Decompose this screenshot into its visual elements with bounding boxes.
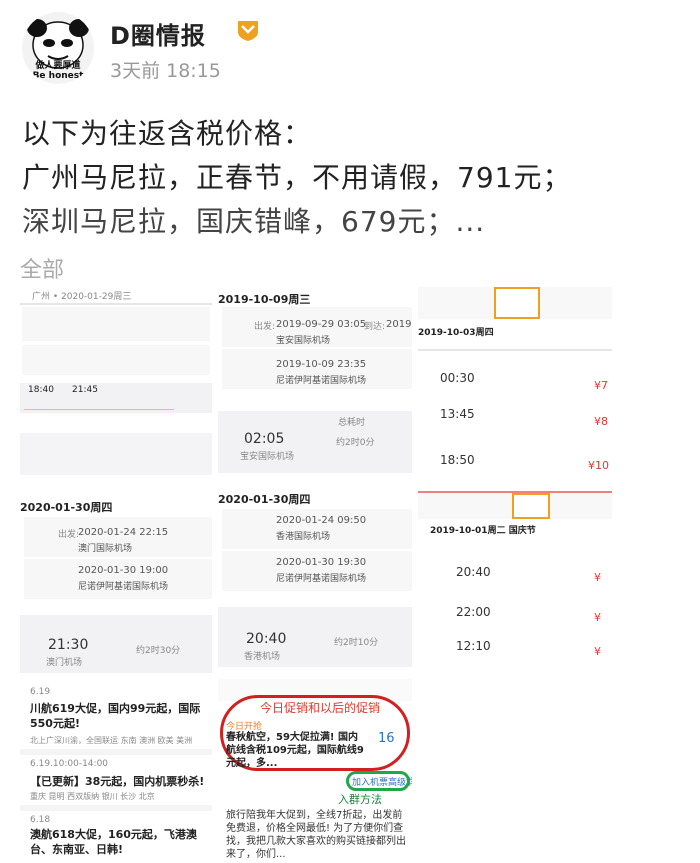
promo-date: 6.19 [30, 687, 51, 697]
label-out: 出发: [58, 530, 80, 540]
divider [20, 805, 212, 811]
return-airport: 尼诺伊阿基诺国际机场 [276, 376, 367, 386]
flight-airport: 香港机场 [244, 652, 281, 662]
images-all-label[interactable]: 全部 [20, 252, 64, 284]
label-arrive: 到达: [364, 322, 386, 332]
promo-headline: 春秋航空，59大促拉满! 国内航线含税109元起，国际航线9元起，多... [226, 732, 364, 769]
return-airport: 尼诺伊阿基诺国际机场 [276, 574, 367, 584]
verified-badge-icon [236, 18, 260, 46]
divider [20, 303, 212, 305]
depart-airport: 香港国际机场 [276, 532, 331, 542]
handwritten-note: 入群方法 [338, 793, 382, 806]
image-thumbnail[interactable]: 2019-10-03周四 00:30 ¥7 13:45 ¥8 18:50 ¥10 [418, 283, 612, 475]
duration: 约2时10分 [334, 638, 379, 648]
image-thumbnail[interactable]: 2020-01-30周四 2020-01-24 09:50 香港国际机场 202… [218, 481, 412, 673]
price: ¥ [594, 571, 601, 584]
promo-headline: 【已更新】38元起，国内机票秒杀! [30, 775, 205, 788]
promo-headline: 川航619大促，国内99元起，国际550元起! [30, 702, 201, 730]
depart-datetime: 2020-01-24 09:50 [276, 515, 367, 526]
post-content[interactable]: 以下为往返含税价格： 广州马尼拉，正春节，不用请假，791元； 深圳马尼拉，国庆… [22, 112, 682, 244]
depart-time: 18:40 [28, 385, 54, 395]
post-timestamp: 3天前 18:15 [110, 60, 221, 82]
flight-airport: 宝安国际机场 [240, 452, 295, 462]
image-thumbnail[interactable]: 广州 • 2020-01-29周三 18:40 21:45 [20, 283, 212, 475]
price: ¥ [594, 645, 601, 658]
return-datetime: 2020-01-30 19:30 [276, 557, 367, 568]
flight-segment [22, 345, 210, 375]
flight-segment [22, 307, 210, 341]
promo-subtitle: 重庆 昆明 西双版纳 银川 长沙 北京 [30, 792, 155, 801]
post-header: 做人要厚道 Be honest D圈情报 3天前 18:15 [22, 12, 682, 84]
avatar-caption: 做人要厚道 Be honest [32, 61, 84, 81]
selected-date [512, 493, 550, 519]
flight-airport: 澳门机场 [46, 658, 83, 668]
flight-time: 00:30 [440, 371, 475, 385]
author-name[interactable]: D圈情报 [110, 16, 206, 51]
post-text: 旅行陪我年大促到，全线7折起，出发前免费退，价格全网最低! 为了方便你们查找，我… [226, 810, 406, 860]
tile-date: 2019-10-01周二 国庆节 [430, 526, 536, 536]
promo-date: 6.19.10:00-14:00 [30, 759, 109, 769]
price: ¥8 [594, 415, 608, 428]
selected-date [494, 287, 540, 319]
avatar[interactable]: 做人要厚道 Be honest [22, 12, 94, 84]
price: ¥10 [588, 459, 609, 472]
promo-date: 6.18 [30, 815, 51, 825]
promo-headline: 澳航618大促，160元起，飞港澳台、东南亚、日韩! [30, 828, 197, 856]
duration: 约2时0分 [336, 438, 375, 448]
price: ¥7 [594, 379, 608, 392]
return-datetime: 2020-01-30 19:00 [78, 565, 169, 576]
flight-time: 12:10 [456, 639, 491, 653]
tile-date: 广州 • 2020-01-29周三 [32, 292, 132, 302]
content-line: 广州马尼拉，正春节，不用请假，791元； [22, 161, 572, 194]
depart-datetime: 2019-09-29 03:05 [276, 319, 367, 330]
label-out: 出发: [254, 322, 276, 332]
flight-time: 20:40 [456, 565, 491, 579]
divider [20, 749, 212, 755]
tile-date: 2020-01-30周四 [20, 501, 113, 514]
image-thumbnail[interactable]: 2019-10-01周二 国庆节 20:40 ¥ 22:00 ¥ 12:10 ¥ [418, 481, 612, 673]
total-label: 总耗时 [338, 418, 366, 428]
calendar-day: 16 [378, 731, 395, 746]
arrive-datetime: 2019-09 [386, 319, 412, 330]
return-datetime: 2019-10-09 23:35 [276, 359, 367, 370]
duration: 约2时30分 [136, 646, 181, 656]
tile-date: 2019-10-03周四 [418, 328, 494, 338]
depart-datetime: 2020-01-24 22:15 [78, 527, 169, 538]
flight-time: 22:00 [456, 605, 491, 619]
flight-time: 18:50 [440, 453, 475, 467]
depart-airport: 宝安国际机场 [276, 336, 331, 346]
price: ¥ [594, 611, 601, 624]
flight-time: 02:05 [244, 431, 285, 447]
arrive-time: 21:45 [72, 385, 98, 395]
divider [418, 349, 612, 351]
image-thumbnail[interactable]: 今日促销和以后的促销 今日开抢 春秋航空，59大促拉满! 国内航线含税109元起… [218, 679, 412, 863]
image-grid: 广州 • 2020-01-29周三 18:40 21:45 2019-10-09… [0, 283, 700, 863]
green-circle-annotation [346, 771, 410, 791]
content-line: 深圳马尼拉，国庆错峰，679元；... [22, 205, 486, 238]
tile-date: 2019-10-09周三 [218, 293, 311, 306]
image-thumbnail[interactable]: 6.19 川航619大促，国内99元起，国际550元起! 北上广深川渝，全国联运… [20, 679, 212, 863]
depart-airport: 澳门国际机场 [78, 544, 133, 554]
tile-date: 2020-01-30周四 [218, 493, 311, 506]
image-thumbnail[interactable]: 2020-01-30周四 出发: 2020-01-24 22:15 澳门国际机场… [20, 481, 212, 673]
image-thumbnail[interactable]: 2019-10-09周三 出发: 2019-09-29 03:05 宝安国际机场… [218, 283, 412, 475]
red-note [24, 409, 174, 410]
footer-area [20, 433, 212, 475]
flight-time: 20:40 [246, 631, 287, 647]
return-airport: 尼诺伊阿基诺国际机场 [78, 582, 169, 592]
promo-subtitle: 北上广深川渝，全国联运 东南 澳洲 欧美 美洲 [30, 736, 193, 745]
flight-time: 21:30 [48, 637, 89, 653]
content-line: 以下为往返含税价格： [22, 117, 313, 150]
flight-time: 13:45 [440, 407, 475, 421]
